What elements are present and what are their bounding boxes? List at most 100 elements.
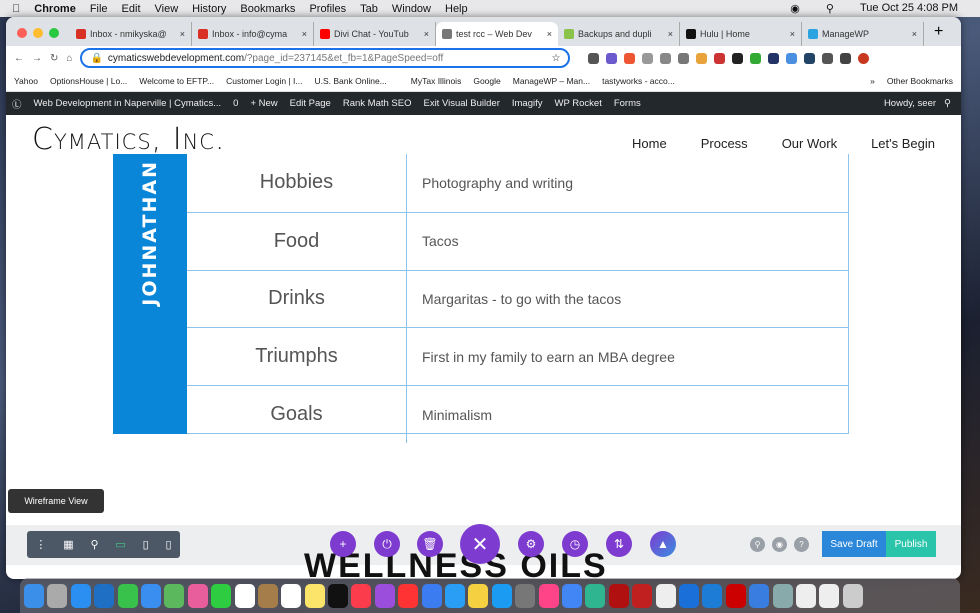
- bookmark-item[interactable]: OptionsHouse | Lo...: [50, 76, 127, 86]
- bookmark-item[interactable]: Welcome to EFTP...: [139, 76, 214, 86]
- nav-link[interactable]: Home: [632, 136, 667, 151]
- bookmark-item[interactable]: tastyworks - acco...: [602, 76, 675, 86]
- dock-app-icon[interactable]: [655, 583, 676, 608]
- wp-admin-item[interactable]: Rank Math SEO: [343, 98, 412, 109]
- tab-close-icon[interactable]: ×: [180, 29, 185, 39]
- dock-app-icon[interactable]: [632, 583, 653, 608]
- menu-window[interactable]: Window: [392, 3, 431, 15]
- settings-icon[interactable]: ⚙: [518, 531, 544, 557]
- search-icon[interactable]: ⚲: [750, 537, 765, 552]
- menu-file[interactable]: File: [90, 3, 108, 15]
- bookmark-star-icon[interactable]: ☆: [551, 53, 560, 64]
- profile-avatar[interactable]: [858, 52, 870, 64]
- tab-close-icon[interactable]: ×: [790, 29, 795, 39]
- close-icon[interactable]: ✕: [460, 524, 500, 564]
- dock-app-icon[interactable]: [234, 583, 255, 608]
- new-tab-button[interactable]: +: [934, 23, 943, 41]
- power-icon[interactable]: ⏻: [374, 531, 400, 557]
- clock[interactable]: Tue Oct 25 4:08 PM: [860, 2, 958, 15]
- extension-icon[interactable]: [606, 52, 618, 64]
- dock-app-icon[interactable]: [281, 583, 302, 608]
- browser-tab[interactable]: Divi Chat - YouTub ×: [314, 22, 436, 46]
- dock-app-icon[interactable]: [211, 583, 232, 608]
- menu-profiles[interactable]: Profiles: [309, 3, 346, 15]
- dock-app-icon[interactable]: [257, 583, 278, 608]
- wp-admin-item[interactable]: Exit Visual Builder: [423, 98, 499, 109]
- dock-app-icon[interactable]: [702, 583, 723, 608]
- browser-tab[interactable]: test rcc – Web Dev ×: [436, 22, 558, 46]
- dock-app-icon[interactable]: [678, 583, 699, 608]
- desktop-icon[interactable]: ▭: [115, 538, 125, 551]
- dock-app-icon[interactable]: [749, 583, 770, 608]
- performance-icon[interactable]: ▲: [650, 531, 676, 557]
- dock-app-icon[interactable]: [538, 583, 559, 608]
- extension-icon[interactable]: [642, 52, 654, 64]
- wp-admin-item[interactable]: Web Development in Naperville | Cymatics…: [34, 98, 222, 109]
- nav-link[interactable]: Let's Begin: [871, 136, 935, 151]
- site-logo[interactable]: Cymatics, Inc.: [32, 122, 225, 157]
- menu-app[interactable]: Chrome: [34, 3, 76, 15]
- bookmark-item[interactable]: U.S. Bank Online...: [314, 76, 386, 86]
- dock-app-icon[interactable]: [842, 583, 863, 608]
- nav-link[interactable]: Process: [701, 136, 748, 151]
- wp-admin-item[interactable]: Edit Page: [290, 98, 331, 109]
- save-draft-button[interactable]: Save Draft: [822, 531, 886, 557]
- menu-history[interactable]: History: [192, 3, 226, 15]
- menu-help[interactable]: Help: [445, 3, 468, 15]
- wordpress-icon[interactable]: Ⓛ: [12, 97, 22, 111]
- tab-close-icon[interactable]: ×: [547, 29, 552, 39]
- dock-app-icon[interactable]: [421, 583, 442, 608]
- dock-app-icon[interactable]: [117, 583, 138, 608]
- dock-app-icon[interactable]: [351, 583, 372, 608]
- howdy-user[interactable]: Howdy, seer: [884, 98, 936, 109]
- tab-close-icon[interactable]: ×: [668, 29, 673, 39]
- add-icon[interactable]: +: [330, 531, 356, 557]
- zoom-button[interactable]: [49, 28, 59, 38]
- dock-app-icon[interactable]: [561, 583, 582, 608]
- back-icon[interactable]: ←: [14, 53, 24, 64]
- wp-admin-item[interactable]: WP Rocket: [555, 98, 602, 109]
- dock-app-icon[interactable]: [491, 583, 512, 608]
- dock-app-icon[interactable]: [585, 583, 606, 608]
- menu-view[interactable]: View: [155, 3, 179, 15]
- dock-app-icon[interactable]: [94, 583, 115, 608]
- tab-close-icon[interactable]: ×: [302, 29, 307, 39]
- dock-app-icon[interactable]: [445, 583, 466, 608]
- nav-link[interactable]: Our Work: [782, 136, 837, 151]
- phone-icon[interactable]: ▯: [165, 538, 171, 551]
- sidebar-icon[interactable]: [840, 52, 852, 64]
- dock-app-icon[interactable]: [140, 583, 161, 608]
- bookmark-item[interactable]: »: [870, 76, 875, 86]
- wireframe-icon[interactable]: ▦: [63, 538, 73, 551]
- extension-icon[interactable]: [660, 52, 672, 64]
- dock-app-icon[interactable]: [47, 583, 68, 608]
- bookmark-item[interactable]: Yahoo: [14, 76, 38, 86]
- forward-icon[interactable]: →: [32, 53, 42, 64]
- wifi-icon[interactable]: ◉: [790, 2, 800, 15]
- dock-app-icon[interactable]: [772, 583, 793, 608]
- bookmark-item[interactable]: Other Bookmarks: [887, 76, 953, 86]
- search-icon[interactable]: ⚲: [944, 98, 951, 109]
- history-icon[interactable]: ◷: [562, 531, 588, 557]
- wp-admin-item[interactable]: Forms: [614, 98, 641, 109]
- browser-tab[interactable]: Inbox - nmikyska@ ×: [70, 22, 192, 46]
- portability-icon[interactable]: ⇅: [606, 531, 632, 557]
- search-icon[interactable]: ⚲: [826, 2, 834, 15]
- apple-icon[interactable]: : [12, 3, 20, 15]
- tab-close-icon[interactable]: ×: [912, 29, 917, 39]
- zoom-icon[interactable]: ⚲: [90, 538, 98, 551]
- dock-app-icon[interactable]: [374, 583, 395, 608]
- browser-tab[interactable]: Inbox - info@cyma ×: [192, 22, 314, 46]
- extension-icon[interactable]: [624, 52, 636, 64]
- extension-icon[interactable]: [714, 52, 726, 64]
- extension-icon[interactable]: [732, 52, 744, 64]
- help-icon[interactable]: ?: [794, 537, 809, 552]
- bookmark-item[interactable]: MyTax Illinois: [411, 76, 462, 86]
- dock-app-icon[interactable]: [468, 583, 489, 608]
- menu-edit[interactable]: Edit: [122, 3, 141, 15]
- menu-bookmarks[interactable]: Bookmarks: [240, 3, 295, 15]
- dock-app-icon[interactable]: [819, 583, 840, 608]
- wp-admin-item[interactable]: 0: [233, 98, 238, 109]
- tablet-icon[interactable]: ▯: [143, 538, 149, 551]
- home-icon[interactable]: ⌂: [66, 53, 72, 64]
